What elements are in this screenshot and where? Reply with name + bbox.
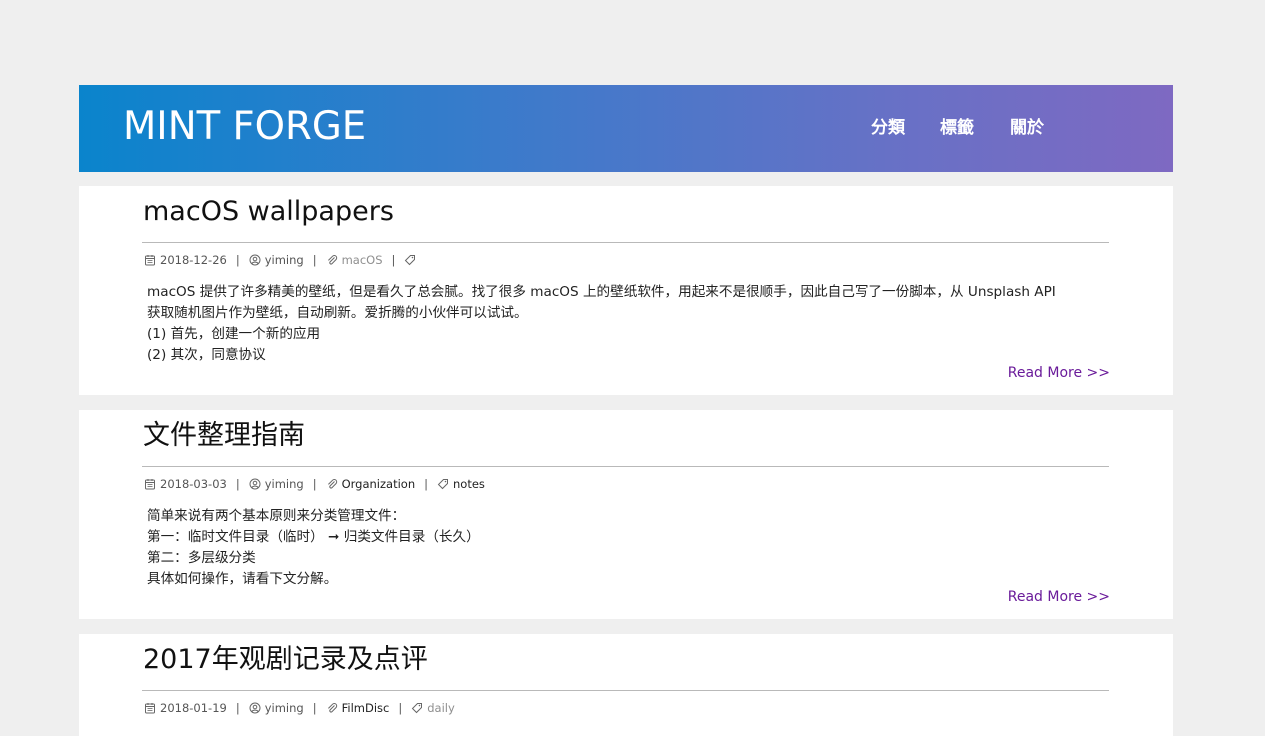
tag-icon	[404, 254, 416, 266]
meta-separator: |	[312, 701, 317, 715]
post-date: 2018-12-26	[160, 253, 227, 267]
paperclip-icon	[326, 702, 338, 714]
meta-separator: |	[391, 253, 396, 267]
tag-icon	[411, 702, 423, 714]
meta-separator: |	[424, 477, 428, 491]
divider	[142, 466, 1109, 467]
nav-categories[interactable]: 分類	[871, 116, 905, 140]
meta-separator: |	[235, 701, 240, 715]
meta-separator: |	[312, 253, 317, 267]
post-meta: 2018-12-26 | yiming | macOS |	[144, 252, 420, 268]
post-title[interactable]: 2017年观剧记录及点评	[143, 642, 428, 678]
excerpt-line: 简单来说有两个基本原则来分类管理文件：	[147, 508, 406, 524]
excerpt-line: 获取随机图片作为壁纸，自动刷新。爱折腾的小伙伴可以试试。	[147, 305, 528, 321]
post-date: 2018-01-19	[160, 701, 227, 715]
tag-icon	[437, 478, 449, 490]
calendar-icon	[144, 478, 156, 490]
excerpt-line: 第一：临时文件目录（临时） ➞ 归类文件目录（长久）	[147, 529, 480, 545]
read-more-link[interactable]: Read More >>	[1008, 588, 1110, 606]
meta-separator: |	[235, 477, 240, 491]
post-tag[interactable]: notes	[453, 476, 485, 492]
post-tag[interactable]: daily	[427, 700, 455, 716]
divider	[142, 242, 1109, 243]
site-logo[interactable]: MINT FORGE	[123, 105, 366, 149]
excerpt-line: (1) 首先，创建一个新的应用	[147, 326, 321, 342]
calendar-icon	[144, 254, 156, 266]
post-title[interactable]: macOS wallpapers	[143, 194, 394, 230]
divider	[142, 690, 1109, 691]
post-excerpt: 简单来说有两个基本原则来分类管理文件： 第一：临时文件目录（临时） ➞ 归类文件…	[147, 506, 1122, 590]
post-date: 2018-03-03	[160, 477, 227, 491]
post-category[interactable]: Organization	[342, 476, 416, 492]
user-icon	[249, 702, 261, 714]
post-excerpt: macOS 提供了许多精美的壁纸，但是看久了总会腻。找了很多 macOS 上的壁…	[147, 282, 1122, 366]
read-more-link[interactable]: Read More >>	[1008, 364, 1110, 382]
excerpt-line: macOS 提供了许多精美的壁纸，但是看久了总会腻。找了很多 macOS 上的壁…	[147, 284, 1056, 300]
user-icon	[249, 254, 261, 266]
paperclip-icon	[326, 254, 338, 266]
post-title[interactable]: 文件整理指南	[143, 418, 305, 454]
post-meta: 2018-01-19 | yiming | FilmDisc | daily	[144, 700, 455, 716]
post-category[interactable]: FilmDisc	[342, 700, 390, 716]
post-card: macOS wallpapers 2018-12-26 | yiming | m…	[79, 186, 1173, 395]
meta-separator: |	[398, 701, 403, 715]
excerpt-line: 具体如何操作，请看下文分解。	[147, 571, 338, 587]
excerpt-line: 第二：多层级分类	[147, 550, 256, 566]
post-author[interactable]: yiming	[265, 700, 304, 716]
post-meta: 2018-03-03 | yiming | Organization | not…	[144, 476, 485, 492]
post-author[interactable]: yiming	[265, 252, 304, 268]
post-card: 2017年观剧记录及点评 2018-01-19 | yiming | FilmD…	[79, 634, 1173, 736]
post-category[interactable]: macOS	[342, 252, 383, 268]
post-card: 文件整理指南 2018-03-03 | yiming | Organizatio…	[79, 410, 1173, 619]
site-header: MINT FORGE 分類 標籤 關於	[79, 85, 1173, 172]
post-author[interactable]: yiming	[265, 476, 304, 492]
user-icon	[249, 478, 261, 490]
nav-about[interactable]: 關於	[1010, 116, 1044, 140]
meta-separator: |	[235, 253, 240, 267]
paperclip-icon	[326, 478, 338, 490]
nav-tags[interactable]: 標籤	[940, 116, 974, 140]
meta-separator: |	[312, 477, 317, 491]
excerpt-line: (2) 其次，同意协议	[147, 347, 266, 363]
calendar-icon	[144, 702, 156, 714]
